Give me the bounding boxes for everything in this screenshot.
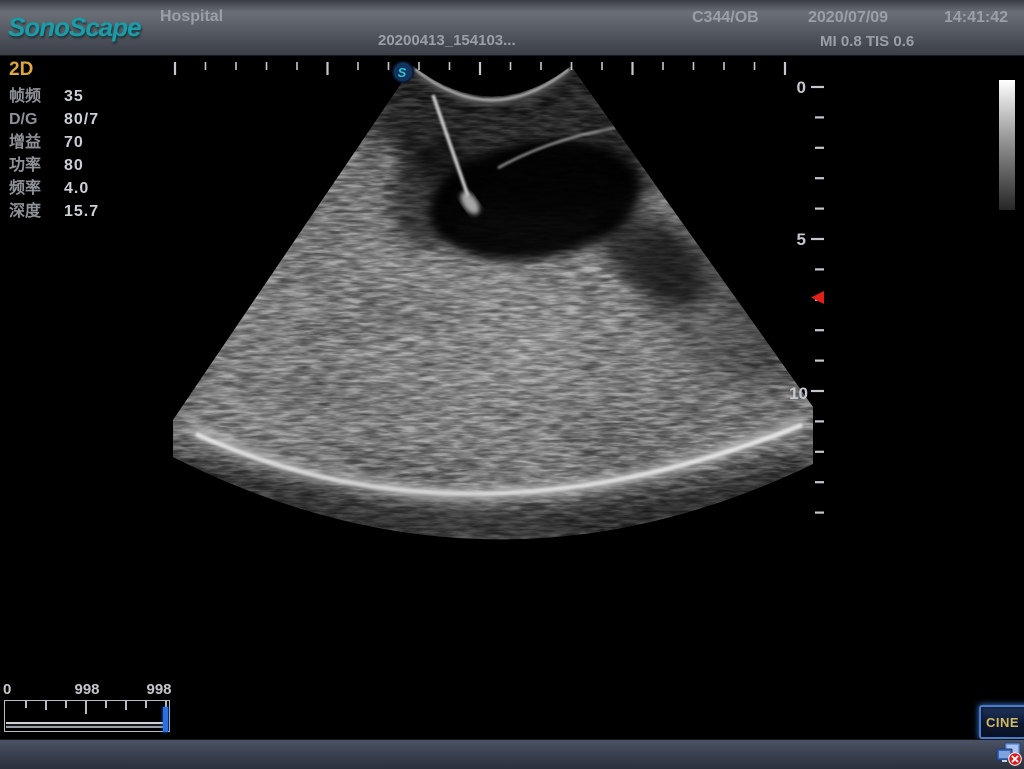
ultrasound-fan-image [173, 55, 818, 555]
header-bar: SonoScape Hospital 20200413_154103... C3… [0, 0, 1024, 56]
cine-position-indicator[interactable] [163, 707, 168, 732]
cine-tick [65, 701, 67, 708]
status-bar [0, 739, 1024, 769]
param-label: D/G [9, 108, 64, 131]
param-row: D/G80/7 [9, 108, 169, 131]
hospital-name: Hospital [160, 8, 223, 26]
cine-frame-labels: 0 998 998 [0, 681, 200, 699]
param-value: 15.7 [64, 200, 99, 223]
probe-preset: C344/OB [692, 9, 759, 27]
network-disconnected-icon[interactable] [996, 742, 1022, 766]
param-value: 80 [64, 154, 84, 177]
cine-start-label: 0 [3, 681, 11, 698]
cine-scrubber[interactable] [4, 700, 170, 732]
depth-label-0: 0 [797, 78, 806, 97]
exam-date: 2020/07/09 [808, 9, 888, 27]
cine-tick [45, 701, 47, 710]
depth-label-10: 10 [789, 384, 808, 403]
cine-current-label: 998 [60, 681, 114, 698]
cine-rail[interactable] [6, 722, 168, 728]
param-value: 70 [64, 131, 84, 154]
cine-tick [85, 701, 87, 714]
param-value: 35 [64, 85, 84, 108]
cine-tick [125, 701, 127, 710]
exam-time: 14:41:42 [944, 9, 1008, 27]
cine-tick [105, 701, 107, 708]
param-row: 深度15.7 [9, 200, 169, 223]
param-row: 频率4.0 [9, 177, 169, 200]
cine-tick [25, 701, 27, 708]
svg-text:S: S [398, 65, 407, 80]
param-row: 增益70 [9, 131, 169, 154]
param-value: 4.0 [64, 177, 89, 200]
cine-total-label: 998 [132, 681, 186, 698]
param-row: 帧频35 [9, 85, 169, 108]
orientation-marker-icon: S [393, 62, 413, 82]
cine-button[interactable]: CINE [979, 705, 1024, 739]
imaging-params-panel: 2D 帧频35D/G80/7增益70功率80频率4.0深度15.7 [9, 59, 169, 223]
param-label: 增益 [9, 131, 64, 154]
param-value: 80/7 [64, 108, 99, 131]
param-label: 深度 [9, 200, 64, 223]
depth-label-5: 5 [797, 230, 806, 249]
exam-id: 20200413_154103... [378, 32, 516, 49]
mode-label: 2D [9, 59, 169, 85]
focus-marker-icon[interactable] [811, 291, 824, 304]
mi-tis-readout: MI 0.8 TIS 0.6 [820, 33, 914, 50]
param-label: 功率 [9, 154, 64, 177]
cine-tick [145, 701, 147, 708]
grayscale-bar [999, 80, 1015, 210]
horizontal-scale [175, 62, 785, 75]
param-label: 频率 [9, 177, 64, 200]
brand-logo: SonoScape [8, 12, 141, 43]
param-row: 功率80 [9, 154, 169, 177]
param-label: 帧频 [9, 85, 64, 108]
